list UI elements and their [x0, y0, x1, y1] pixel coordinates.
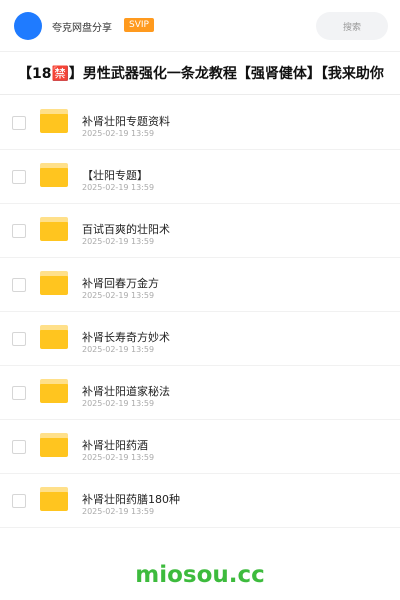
folder-icon [40, 325, 68, 349]
folder-icon [40, 217, 68, 241]
row-checkbox[interactable] [12, 224, 26, 238]
file-name[interactable]: 补肾壮阳药酒 [82, 437, 148, 453]
search-box[interactable]: 搜索 [316, 12, 388, 40]
username[interactable]: 夸克网盘分享 [52, 19, 112, 34]
top-header: 夸克网盘分享 SVIP 搜索 [0, 0, 400, 52]
file-row[interactable]: 补肾回春万金方 2025-02-19 13:59 [0, 258, 400, 312]
row-checkbox[interactable] [12, 278, 26, 292]
row-checkbox[interactable] [12, 386, 26, 400]
row-checkbox[interactable] [12, 440, 26, 454]
folder-icon [40, 433, 68, 457]
file-date: 2025-02-19 13:59 [82, 399, 155, 408]
row-checkbox[interactable] [12, 494, 26, 508]
svip-badge: SVIP [124, 18, 154, 32]
file-date: 2025-02-19 13:59 [82, 507, 155, 516]
folder-icon [40, 487, 68, 511]
search-placeholder: 搜索 [342, 22, 361, 33]
folder-icon [40, 163, 68, 187]
file-date: 2025-02-19 13:59 [82, 129, 155, 138]
file-name[interactable]: 百试百爽的壮阳术 [82, 221, 170, 237]
avatar[interactable] [14, 12, 42, 40]
file-row[interactable]: 补肾壮阳药酒 2025-02-19 13:59 [0, 420, 400, 474]
row-checkbox[interactable] [12, 332, 26, 346]
file-date: 2025-02-19 13:59 [82, 453, 155, 462]
folder-icon [40, 271, 68, 295]
file-list: 补肾壮阳专题资料 2025-02-19 13:59 【壮阳专题】 2025-02… [0, 96, 400, 528]
site-watermark: miosou.cc [135, 562, 265, 588]
file-date: 2025-02-19 13:59 [82, 237, 155, 246]
file-date: 2025-02-19 13:59 [82, 345, 155, 354]
file-row[interactable]: 补肾壮阳药膳180种 2025-02-19 13:59 [0, 474, 400, 528]
share-title: 【18🈲】男性武器强化一条龙教程【强肾健体】【我来助你 [18, 66, 384, 82]
file-row[interactable]: 补肾长寿奇方妙术 2025-02-19 13:59 [0, 312, 400, 366]
file-name[interactable]: 补肾回春万金方 [82, 275, 159, 291]
file-row[interactable]: 补肾壮阳专题资料 2025-02-19 13:59 [0, 96, 400, 150]
file-name[interactable]: 【壮阳专题】 [82, 167, 148, 183]
file-date: 2025-02-19 13:59 [82, 183, 155, 192]
row-checkbox[interactable] [12, 116, 26, 130]
file-date: 2025-02-19 13:59 [82, 291, 155, 300]
folder-icon [40, 379, 68, 403]
file-row[interactable]: 补肾壮阳道家秘法 2025-02-19 13:59 [0, 366, 400, 420]
folder-icon [40, 109, 68, 133]
file-row[interactable]: 百试百爽的壮阳术 2025-02-19 13:59 [0, 204, 400, 258]
file-name[interactable]: 补肾壮阳专题资料 [82, 113, 170, 129]
file-row[interactable]: 【壮阳专题】 2025-02-19 13:59 [0, 150, 400, 204]
row-checkbox[interactable] [12, 170, 26, 184]
file-name[interactable]: 补肾长寿奇方妙术 [82, 329, 170, 345]
file-name[interactable]: 补肾壮阳药膳180种 [82, 491, 180, 507]
file-name[interactable]: 补肾壮阳道家秘法 [82, 383, 170, 399]
share-title-bar: 90 【18🈲】男性武器强化一条龙教程【强肾健体】【我来助你 [0, 53, 400, 95]
